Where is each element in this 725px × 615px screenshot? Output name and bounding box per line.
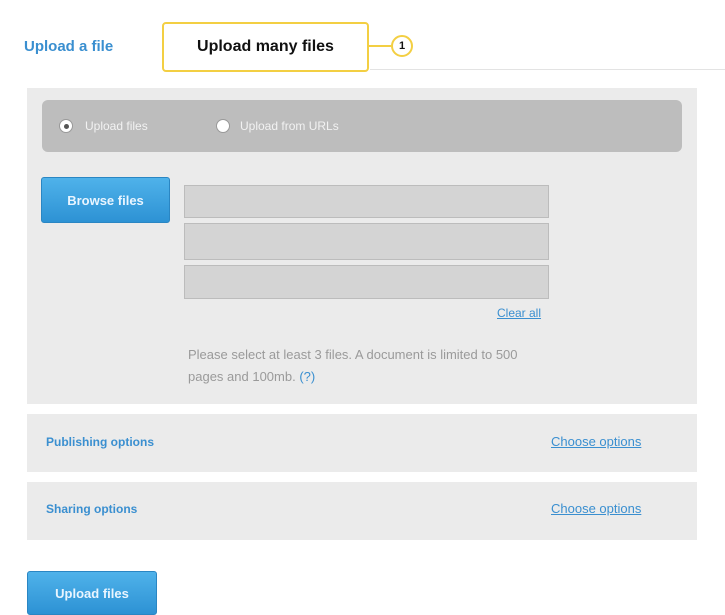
publishing-choose-options-link[interactable]: Choose options — [551, 434, 641, 449]
callout-badge: 1 — [391, 35, 413, 57]
tab-upload-a-file[interactable]: Upload a file — [24, 38, 113, 55]
file-slot[interactable] — [184, 265, 549, 299]
file-slot[interactable] — [184, 185, 549, 218]
sharing-options-label: Sharing options — [46, 502, 138, 516]
browse-files-label: Browse files — [67, 192, 144, 208]
tab-upload-many-files-label: Upload many files — [197, 38, 334, 55]
sharing-choose-options-link[interactable]: Choose options — [551, 501, 641, 516]
callout-connector — [369, 45, 391, 47]
radio-upload-files-label: Upload files — [85, 119, 148, 133]
file-slot[interactable] — [184, 223, 549, 260]
publishing-options-label: Publishing options — [46, 435, 154, 449]
upload-note: Please select at least 3 files. A docume… — [188, 344, 548, 388]
tab-upload-many-files[interactable]: Upload many files — [162, 22, 369, 72]
radio-upload-from-urls[interactable] — [216, 119, 230, 133]
upload-note-text: Please select at least 3 files. A docume… — [188, 347, 518, 384]
radio-upload-files[interactable] — [59, 119, 73, 133]
help-link[interactable]: (?) — [299, 369, 315, 384]
upload-files-label: Upload files — [55, 585, 129, 601]
upload-files-button[interactable]: Upload files — [27, 571, 157, 615]
radio-upload-from-urls-label: Upload from URLs — [240, 119, 339, 133]
tab-divider — [370, 69, 725, 70]
browse-files-button[interactable]: Browse files — [41, 177, 170, 223]
clear-all-link[interactable]: Clear all — [497, 306, 541, 320]
